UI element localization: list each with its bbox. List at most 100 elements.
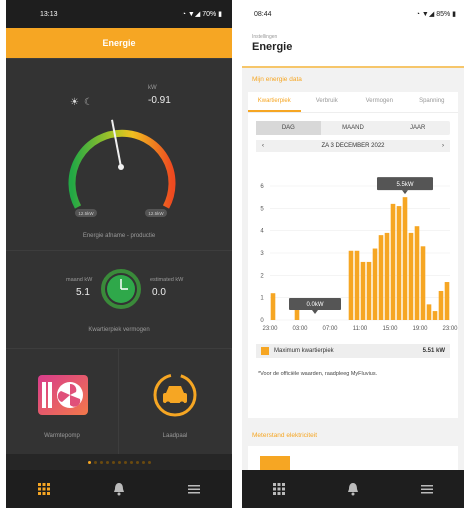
charger-tile[interactable]: Laadpaal: [119, 349, 232, 454]
period-selector: DAG MAAND JAAR: [256, 121, 450, 135]
grid-icon[interactable]: [272, 482, 286, 496]
peak-bar-chart[interactable]: 0 1 2 3 4 5 6 23:00 03:00 07:00 11:00 15:00 19:00 23:…: [248, 170, 458, 340]
x-tick-label: 03:00: [292, 326, 308, 332]
bar: [444, 282, 450, 320]
gauge-min-label: 12.5kW: [78, 211, 94, 216]
max-tooltip-text: 5.5kW: [396, 182, 413, 188]
y-tick-label: 4: [260, 229, 264, 235]
bar: [438, 290, 444, 320]
period-year[interactable]: JAAR: [385, 121, 450, 135]
date-label: ZA 3 DECEMBER 2022: [321, 143, 385, 149]
grid-icon[interactable]: [37, 482, 51, 496]
menu-icon[interactable]: [187, 482, 201, 496]
tab-vermogen[interactable]: Vermogen: [353, 92, 406, 112]
bar: [270, 293, 276, 320]
peak-caption: Kwartierpiek vermogen: [88, 327, 149, 333]
x-tick-label: 15:00: [382, 326, 398, 332]
y-tick-label: 2: [260, 273, 264, 279]
battery-indicator: ◔ ▼◢ 70% ▮: [181, 11, 222, 18]
y-tick-label: 6: [260, 184, 264, 190]
status-time: 13:13: [40, 10, 58, 18]
chevron-left-icon[interactable]: ‹: [262, 143, 264, 149]
x-tick-label: 23:00: [442, 326, 458, 332]
meter-section-title: Meterstand elektriciteit: [252, 432, 318, 439]
tab-spanning[interactable]: Spanning: [406, 92, 459, 112]
bar: [414, 226, 420, 320]
bar: [348, 250, 354, 320]
bar: [384, 232, 390, 320]
legend-label: Maximum kwartierpiek: [274, 348, 334, 354]
bar: [432, 311, 438, 320]
bar: [396, 206, 402, 320]
bell-icon[interactable]: [346, 482, 360, 496]
bell-icon[interactable]: [112, 482, 126, 496]
breadcrumb[interactable]: Instellingen: [252, 34, 454, 40]
date-navigator: ‹ ZA 3 DECEMBER 2022 ›: [256, 140, 450, 152]
x-tick-label: 19:00: [412, 326, 428, 332]
period-month[interactable]: MAAND: [321, 121, 386, 135]
sun-icon[interactable]: ☀: [70, 97, 79, 108]
bar: [420, 246, 426, 320]
estimated-kw-label: estimated kW: [150, 277, 184, 283]
page-indicator[interactable]: [6, 454, 232, 470]
battery-indicator: ◔ ▼◢ 85% ▮: [415, 11, 456, 18]
gauge-arc: [68, 129, 176, 209]
quarter-peak-card[interactable]: maand kW 5.1 estimated kW 0.0 Kwartierpi…: [6, 250, 232, 348]
min-tooltip-text: 0.0kW: [306, 302, 323, 308]
month-kw-label: maand kW: [66, 277, 93, 283]
estimated-kw-value: 0.0: [152, 287, 166, 298]
left-phone-screen: 13:13 ◔ ▼◢ 70% ▮ Energie ☀ ☾ kW -0.91 12…: [6, 0, 232, 508]
period-day[interactable]: DAG: [256, 121, 321, 135]
energy-gauge: ☀ ☾ kW -0.91 12.5kW 12.5kW Energie afnam…: [68, 85, 176, 239]
heat-pump-tile[interactable]: Warmtepomp: [6, 349, 119, 454]
gauge-max-label: 12.5kW: [148, 211, 164, 216]
bottom-nav: [242, 470, 464, 508]
energy-gauge-card[interactable]: ☀ ☾ kW -0.91 12.5kW 12.5kW Energie afnam…: [6, 58, 232, 250]
energy-data-card: Kwartierpiek Verbruik Vermogen Spanning …: [248, 92, 458, 418]
gauge-value: -0.91: [148, 95, 171, 106]
x-tick-label: 07:00: [322, 326, 338, 332]
gauge-unit: kW: [148, 85, 157, 91]
bar: [378, 235, 384, 320]
disclaimer-note: *Voor de officiële waarden, raadpleeg My…: [258, 371, 378, 377]
bar: [354, 250, 360, 320]
x-tick-label: 11:00: [353, 326, 368, 332]
gauge-caption: Energie afname - productie: [83, 233, 156, 239]
data-tabs: Kwartierpiek Verbruik Vermogen Spanning: [248, 92, 458, 113]
bar: [402, 197, 408, 320]
bar: [390, 203, 396, 320]
chart-legend: Maximum kwartierpiek 5.51 kW: [256, 344, 450, 358]
chevron-right-icon[interactable]: ›: [442, 143, 444, 149]
bar: [372, 248, 378, 320]
tab-kwartierpiek[interactable]: Kwartierpiek: [248, 92, 301, 112]
min-tooltip-arrow: [312, 310, 318, 314]
legend-value: 5.51 kW: [422, 348, 445, 354]
gauge-needle: [111, 119, 122, 168]
status-time: 08:44: [254, 10, 272, 18]
gauge-hub: [118, 164, 124, 170]
y-tick-label: 1: [260, 296, 264, 302]
heat-pump-label: Warmtepomp: [44, 433, 80, 439]
moon-icon[interactable]: ☾: [84, 97, 93, 108]
right-phone-screen: 08:44 ◔ ▼◢ 85% ▮ Instellingen Energie Mi…: [242, 0, 464, 508]
menu-icon[interactable]: [420, 482, 434, 496]
y-tick-label: 3: [260, 251, 264, 257]
bottom-nav: [6, 470, 232, 508]
peak-widget: maand kW 5.1 estimated kW 0.0 Kwartierpi…: [66, 269, 184, 333]
bar: [366, 261, 372, 320]
legend-swatch: [261, 347, 269, 355]
page-header: Instellingen Energie: [242, 28, 464, 68]
x-tick-label: 23:00: [262, 326, 278, 332]
status-bar: 13:13 ◔ ▼◢ 70% ▮: [6, 0, 232, 28]
device-tiles: Warmtepomp Laadpaal: [6, 348, 232, 454]
y-tick-label: 0: [260, 318, 264, 324]
page-title: Energie: [252, 41, 293, 53]
page-title: Energie: [6, 28, 232, 58]
month-kw-value: 5.1: [76, 287, 90, 298]
bar: [408, 232, 414, 320]
y-tick-label: 5: [260, 206, 264, 212]
tab-verbruik[interactable]: Verbruik: [301, 92, 354, 112]
bar: [360, 261, 366, 320]
status-bar: 08:44 ◔ ▼◢ 85% ▮: [242, 0, 464, 28]
max-tooltip-arrow: [402, 190, 408, 195]
